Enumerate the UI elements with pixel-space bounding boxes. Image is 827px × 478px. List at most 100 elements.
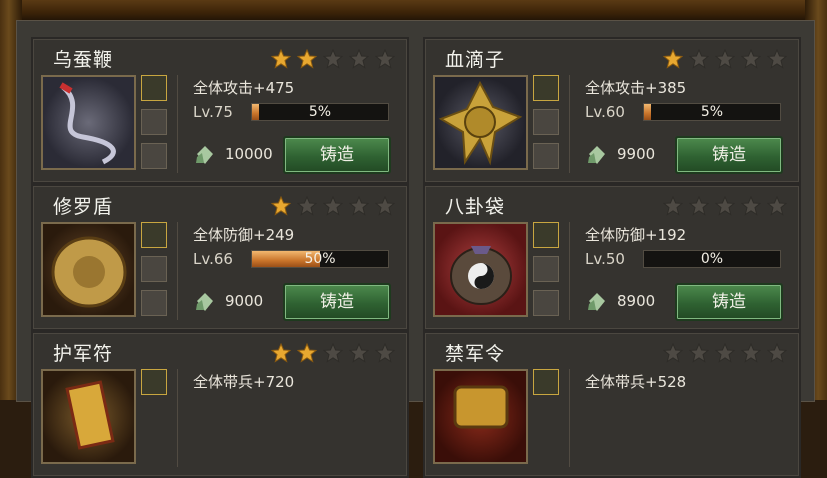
divider	[569, 369, 570, 467]
star-empty-icon	[349, 49, 369, 69]
star-empty-icon	[375, 196, 395, 216]
progress-bar: 5%	[643, 103, 781, 121]
star-empty-icon	[741, 49, 761, 69]
equipment-name: 禁军令	[445, 343, 506, 365]
forge-button[interactable]: 铸造	[675, 283, 783, 321]
level-text: Lv.75	[193, 103, 233, 121]
star-empty-icon	[349, 196, 369, 216]
stat-text: 全体攻击+475	[193, 79, 295, 97]
star-empty-icon	[741, 343, 761, 363]
stat-text: 全体带兵+528	[585, 373, 687, 391]
star-filled-icon	[663, 49, 683, 69]
star-rating	[663, 343, 787, 363]
locked-slot-lock-icon	[533, 290, 559, 316]
star-rating	[271, 196, 395, 216]
equipment-name: 修罗盾	[53, 196, 114, 218]
divider	[177, 222, 178, 320]
star-empty-icon	[297, 196, 317, 216]
locked-slot-lock-icon	[533, 256, 559, 282]
progress-text: 0%	[700, 251, 724, 267]
equipment-card: 八卦袋 全体防御+192 Lv.50 0% 8900 铸造	[423, 184, 801, 331]
whip-icon[interactable]	[41, 75, 136, 170]
star-rating	[271, 343, 395, 363]
stat-text: 全体防御+192	[585, 226, 687, 244]
level-text: Lv.66	[193, 250, 233, 268]
level-text: Lv.60	[585, 103, 625, 121]
crystal-icon	[588, 146, 605, 164]
star-empty-icon	[663, 196, 683, 216]
cost-value: 9000	[225, 292, 264, 310]
level-text: Lv.50	[585, 250, 625, 268]
equipment-name: 八卦袋	[445, 196, 506, 218]
star-empty-icon	[323, 196, 343, 216]
star-empty-icon	[689, 49, 709, 69]
star-filled-icon	[271, 49, 291, 69]
shield-icon[interactable]	[41, 222, 136, 317]
gem-slot[interactable]	[141, 75, 167, 101]
star-empty-icon	[323, 343, 343, 363]
star-empty-icon	[323, 49, 343, 69]
crystal-icon	[588, 293, 605, 311]
equipment-card: 乌蚕鞭 全体攻击+475 Lv.75 5% 10000 铸造	[31, 37, 409, 184]
star-empty-icon	[767, 49, 787, 69]
forge-button[interactable]: 铸造	[283, 283, 391, 321]
cost-value: 8900	[617, 292, 656, 310]
stat-text: 全体带兵+720	[193, 373, 295, 391]
locked-slot-lock-icon	[141, 143, 167, 169]
stat-text: 全体防御+249	[193, 226, 295, 244]
star-empty-icon	[375, 49, 395, 69]
star-empty-icon	[689, 343, 709, 363]
star-empty-icon	[767, 343, 787, 363]
equipment-name: 血滴子	[445, 49, 506, 71]
star-empty-icon	[349, 343, 369, 363]
star-filled-icon	[297, 343, 317, 363]
equipment-card: 血滴子 全体攻击+385 Lv.60 5% 9900 铸造	[423, 37, 801, 184]
progress-bar: 50%	[251, 250, 389, 268]
equipment-name: 护军符	[53, 343, 114, 365]
gem-slot[interactable]	[141, 369, 167, 395]
star-empty-icon	[715, 196, 735, 216]
star-empty-icon	[715, 49, 735, 69]
blood-drop-weapon-icon[interactable]	[433, 75, 528, 170]
cost-value: 10000	[225, 145, 273, 163]
forge-button[interactable]: 铸造	[283, 136, 391, 174]
equipment-card: 修罗盾 全体防御+249 Lv.66 50% 9000 铸造	[31, 184, 409, 331]
crystal-icon	[196, 146, 213, 164]
divider	[177, 75, 178, 173]
gem-slot[interactable]	[533, 75, 559, 101]
talisman-icon[interactable]	[41, 369, 136, 464]
divider	[569, 222, 570, 320]
locked-slot-lock-icon	[141, 256, 167, 282]
star-empty-icon	[689, 196, 709, 216]
progress-text: 5%	[700, 104, 724, 120]
star-rating	[663, 196, 787, 216]
progress-bar: 0%	[643, 250, 781, 268]
progress-text: 50%	[304, 251, 336, 267]
equipment-name: 乌蚕鞭	[53, 49, 114, 71]
gem-slot[interactable]	[533, 369, 559, 395]
star-empty-icon	[741, 196, 761, 216]
star-filled-icon	[271, 343, 291, 363]
star-empty-icon	[375, 343, 395, 363]
command-token-icon[interactable]	[433, 369, 528, 464]
star-rating	[663, 49, 787, 69]
progress-bar: 5%	[251, 103, 389, 121]
star-empty-icon	[663, 343, 683, 363]
bagua-bag-icon[interactable]	[433, 222, 528, 317]
locked-slot-lock-icon	[533, 109, 559, 135]
progress-text: 5%	[308, 104, 332, 120]
star-filled-icon	[271, 196, 291, 216]
gem-slot[interactable]	[141, 222, 167, 248]
equipment-panel: 乌蚕鞭 全体攻击+475 Lv.75 5% 10000 铸造 血滴子 全体攻击+…	[16, 20, 815, 478]
star-empty-icon	[767, 196, 787, 216]
cost-value: 9900	[617, 145, 656, 163]
locked-slot-lock-icon	[141, 109, 167, 135]
locked-slot-lock-icon	[533, 143, 559, 169]
star-filled-icon	[297, 49, 317, 69]
locked-slot-lock-icon	[141, 290, 167, 316]
equipment-card: 禁军令 全体带兵+528	[423, 331, 801, 478]
star-empty-icon	[715, 343, 735, 363]
gem-slot[interactable]	[533, 222, 559, 248]
stat-text: 全体攻击+385	[585, 79, 687, 97]
forge-button[interactable]: 铸造	[675, 136, 783, 174]
